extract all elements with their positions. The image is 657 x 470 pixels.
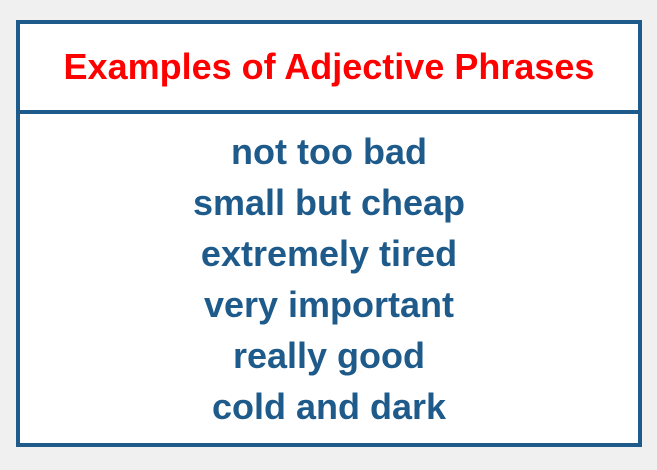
card-title: Examples of Adjective Phrases — [63, 46, 595, 87]
phrase-item: very important — [203, 284, 455, 325]
phrase-item: not too bad — [231, 131, 427, 172]
phrase-item: cold and dark — [211, 386, 447, 427]
phrase-item: extremely tired — [200, 233, 458, 274]
phrase-item: small but cheap — [192, 182, 466, 223]
phrase-list: not too bad small but cheap extremely ti… — [20, 114, 638, 432]
phrase-item: really good — [232, 335, 426, 376]
adjective-phrases-card: Examples of Adjective Phrases not too ba… — [16, 20, 642, 447]
card-header: Examples of Adjective Phrases — [20, 24, 638, 114]
